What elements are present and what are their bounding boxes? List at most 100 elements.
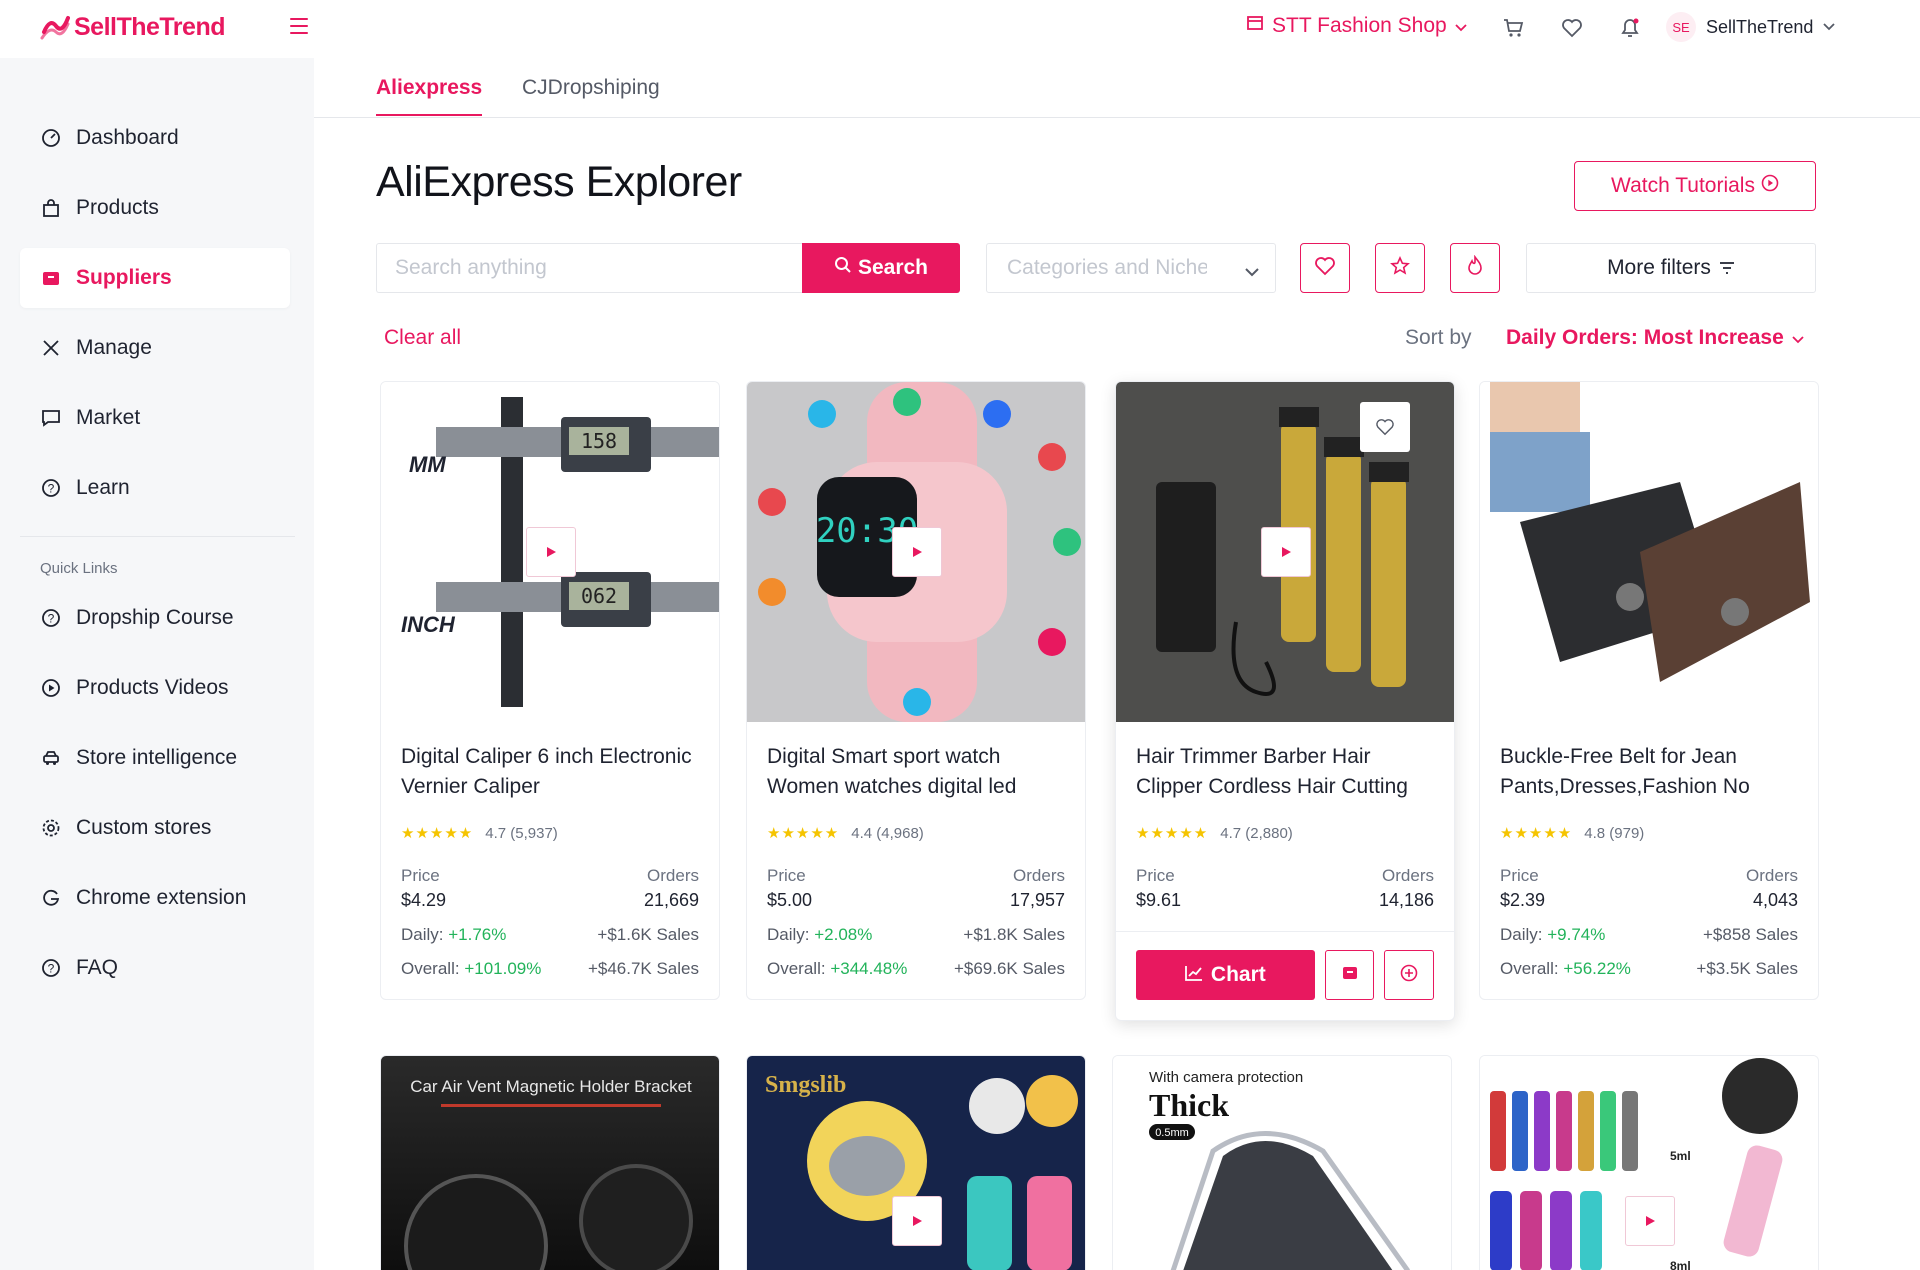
chart-button[interactable]: Chart [1136, 950, 1315, 1000]
product-image[interactable]: Smgslib [747, 1056, 1085, 1270]
clear-all-link[interactable]: Clear all [384, 326, 461, 350]
perfume-8ml-label: 8ml [1670, 1259, 1691, 1270]
play-circle-icon [1761, 174, 1779, 198]
overall-label: Overall: [767, 959, 826, 978]
caliper-reading-2: 062 [581, 584, 617, 608]
price-value: $2.39 [1500, 890, 1546, 910]
play-video-button[interactable] [892, 527, 942, 577]
sort-select[interactable]: Daily Orders: Most Increase [1506, 326, 1804, 350]
sidebar-item-dashboard[interactable]: Dashboard [20, 108, 290, 168]
sidebar-item-suppliers[interactable]: Suppliers [20, 248, 290, 308]
product-image[interactable] [1480, 382, 1818, 722]
user-menu[interactable]: SE SellTheTrend [1666, 12, 1836, 42]
product-card[interactable]: 20:30 Digital Smart sport watch Women wa… [746, 381, 1086, 1000]
watch-tutorials-button[interactable]: Watch Tutorials [1574, 161, 1816, 211]
tools-icon [40, 337, 62, 359]
orders-label: Orders [1382, 866, 1434, 885]
sidebar-item-label: Suppliers [76, 266, 172, 289]
sidebar-item-faq[interactable]: ? FAQ [20, 938, 290, 998]
product-card[interactable]: 5ml 8ml [1479, 1055, 1819, 1270]
daily-label: Daily: [1500, 925, 1543, 944]
sidebar-item-label: Learn [76, 476, 130, 499]
daily-pct: +9.74% [1547, 925, 1606, 944]
starred-filter-button[interactable] [1375, 243, 1425, 293]
bell-icon[interactable] [1616, 14, 1644, 42]
play-video-button[interactable] [1625, 1196, 1675, 1246]
product-card[interactable]: Car Air Vent Magnetic Holder Bracket [380, 1055, 720, 1270]
plus-circle-icon [1400, 964, 1418, 987]
product-card[interactable]: Smgslib [746, 1055, 1086, 1270]
product-title[interactable]: Buckle-Free Belt for Jean Pants,Dresses,… [1480, 722, 1818, 814]
overall-label: Overall: [401, 959, 460, 978]
flame-icon [1466, 254, 1484, 282]
logo-mark-icon [40, 12, 70, 42]
sidebar-item-custom-stores[interactable]: Custom stores [20, 798, 290, 858]
product-card[interactable]: Buckle-Free Belt for Jean Pants,Dresses,… [1479, 381, 1819, 1000]
sidebar-item-products[interactable]: Products [20, 178, 290, 238]
sidebar-item-store-intelligence[interactable]: Store intelligence [20, 728, 290, 788]
overall-sales: +$46.7K Sales [587, 959, 699, 978]
product-image[interactable]: Car Air Vent Magnetic Holder Bracket [381, 1056, 719, 1270]
car-icon [40, 747, 62, 769]
more-filters-button[interactable]: More filters [1526, 243, 1816, 293]
play-video-button[interactable] [1261, 527, 1311, 577]
logo[interactable]: SellTheTrend [40, 12, 225, 42]
chart-button-label: Chart [1210, 963, 1266, 986]
product-image[interactable]: 20:30 [747, 382, 1085, 722]
watch-tutorials-label: Watch Tutorials [1611, 174, 1755, 197]
more-filters-label: More filters [1607, 256, 1711, 279]
search-button[interactable]: Search [802, 243, 960, 293]
product-card[interactable]: Hair Trimmer Barber Hair Clipper Cordles… [1115, 381, 1455, 1021]
sidebar-item-products-videos[interactable]: Products Videos [20, 658, 290, 718]
product-title[interactable]: Digital Caliper 6 inch Electronic Vernie… [381, 722, 719, 814]
sidebar-item-learn[interactable]: ? Learn [20, 458, 290, 518]
heart-icon[interactable] [1558, 14, 1586, 42]
product-rating: ★★★★★ 4.4 (4,968) [747, 814, 1085, 844]
sidebar-item-manage[interactable]: Manage [20, 318, 290, 378]
price-value: $4.29 [401, 890, 447, 910]
sidebar-item-chrome-extension[interactable]: Chrome extension [20, 868, 290, 928]
sidebar-item-market[interactable]: Market [20, 388, 290, 448]
product-metrics: Price $5.00 Orders 17,957 [747, 844, 1085, 911]
orders-label: Orders [647, 866, 699, 885]
play-video-button[interactable] [526, 527, 576, 577]
orders-value: 17,957 [1009, 890, 1065, 910]
import-store-button[interactable] [1324, 950, 1375, 1000]
play-video-button[interactable] [892, 1196, 942, 1246]
sidebar: SellTheTrend Dashboard Products Supplier… [0, 0, 314, 1270]
sidebar-item-dropship-course[interactable]: ? Dropship Course [20, 588, 290, 648]
trending-filter-button[interactable] [1450, 243, 1500, 293]
product-image[interactable] [1116, 382, 1454, 722]
product-image[interactable]: With camera protection Thick 0.5mm [1113, 1056, 1451, 1270]
overall-pct: +101.09% [464, 959, 542, 978]
product-metrics: Price $9.61 Orders 14,186 [1116, 844, 1454, 911]
product-image[interactable]: 5ml 8ml [1480, 1056, 1818, 1270]
add-product-button[interactable] [1384, 950, 1435, 1000]
overall-label: Overall: [1500, 959, 1559, 978]
search-icon [834, 256, 852, 280]
shop-selector[interactable]: STT Fashion Shop [1246, 14, 1467, 38]
category-select[interactable]: Categories and Niches [986, 243, 1276, 293]
search-input[interactable] [376, 243, 802, 293]
menu-toggle-icon[interactable] [290, 18, 308, 34]
logo-text: SellTheTrend [74, 12, 225, 41]
product-card[interactable]: With camera protection Thick 0.5mm [1112, 1055, 1452, 1270]
car-holder-caption: Car Air Vent Magnetic Holder Bracket [410, 1077, 692, 1096]
tab-cjdropshiping[interactable]: CJDropshiping [522, 76, 660, 114]
store-icon [1246, 14, 1264, 38]
favorites-filter-button[interactable] [1300, 243, 1350, 293]
product-title[interactable]: Hair Trimmer Barber Hair Clipper Cordles… [1116, 722, 1454, 814]
product-card[interactable]: 158 062 MM INCH Digital Caliper 6 inch E… [380, 381, 720, 1000]
sidebar-item-label: Custom stores [76, 816, 212, 839]
tab-aliexpress[interactable]: Aliexpress [376, 76, 483, 116]
cart-icon[interactable] [1500, 14, 1528, 42]
divider [20, 536, 295, 537]
product-image[interactable]: 158 062 MM INCH [381, 382, 719, 722]
phone-case-thickness: 0.5mm [1155, 1127, 1189, 1139]
product-title[interactable]: Digital Smart sport watch Women watches … [747, 722, 1085, 814]
daily-sales: +$858 Sales [1703, 925, 1798, 944]
rating-stars-icon: ★★★★★ [1136, 825, 1209, 842]
add-favorite-button[interactable] [1360, 402, 1410, 452]
supplier-icon [40, 267, 62, 289]
quick-links-title: Quick Links [40, 560, 118, 577]
